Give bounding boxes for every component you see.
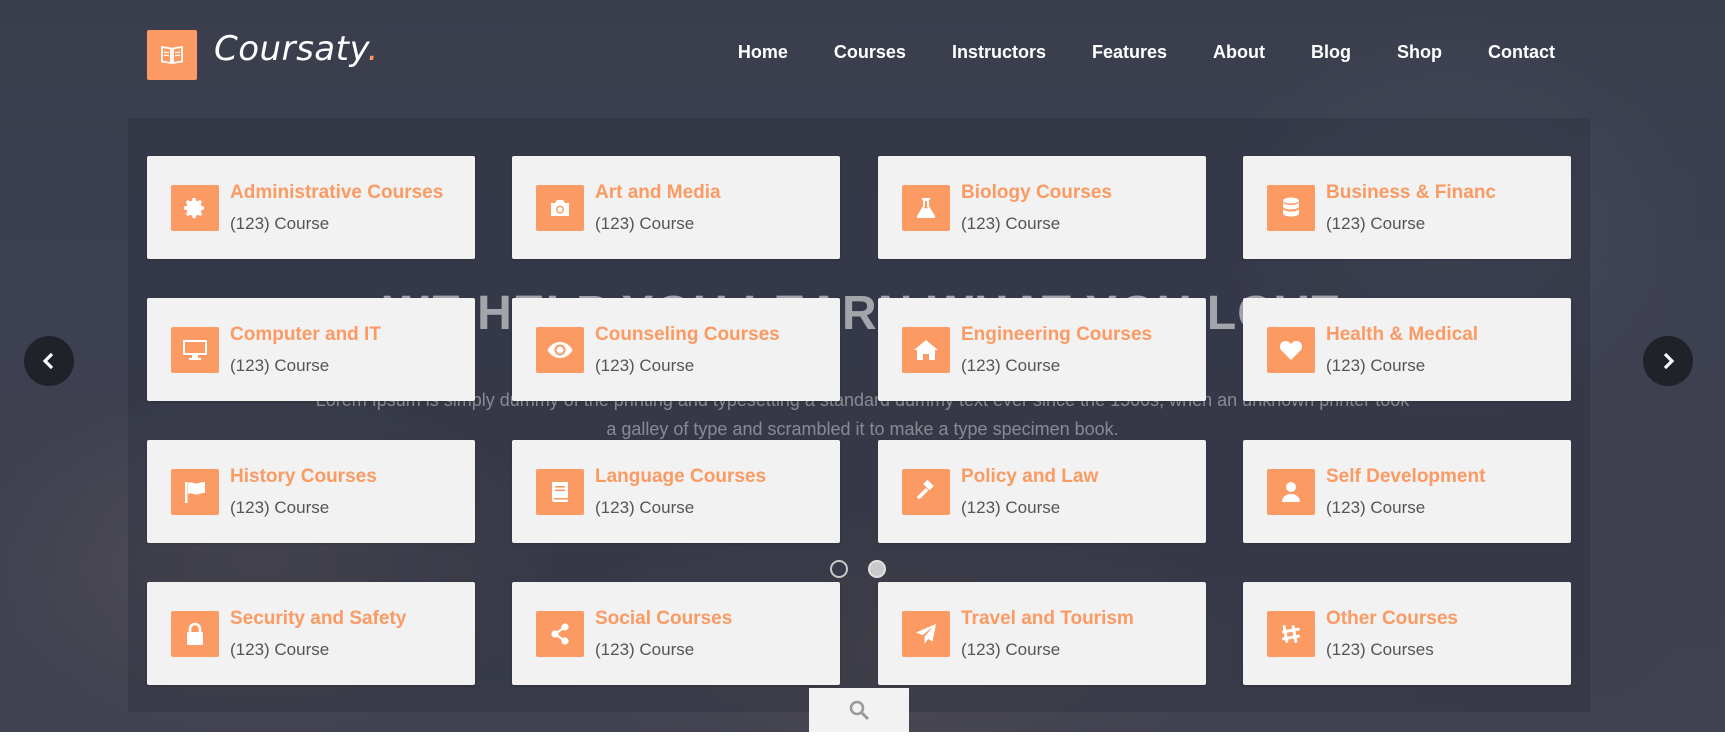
category-title: Engineering Courses	[961, 324, 1153, 345]
main-nav: Home Courses Instructors Features About …	[692, 42, 1555, 63]
slack-icon	[1267, 611, 1315, 657]
category-card-biology[interactable]: Biology Courses (123) Course	[878, 156, 1206, 259]
category-card-other[interactable]: Other Courses (123) Courses	[1243, 582, 1571, 685]
camera-icon	[536, 185, 584, 231]
category-title: Language Courses	[595, 466, 767, 487]
gavel-icon	[902, 469, 950, 515]
slider-next-button[interactable]	[1643, 336, 1693, 386]
nav-courses[interactable]: Courses	[834, 42, 906, 63]
category-count: (123) Course	[230, 498, 330, 517]
category-count: (123) Course	[595, 214, 695, 233]
category-card-policy-law[interactable]: Policy and Law (123) Course	[878, 440, 1206, 543]
category-title: Social Courses	[595, 608, 733, 629]
eye-icon	[536, 327, 584, 373]
category-card-self-development[interactable]: Self Development (123) Course	[1243, 440, 1571, 543]
category-count: (123) Course	[1326, 356, 1426, 375]
category-card-administrative[interactable]: Administrative Courses (123) Course	[147, 156, 475, 259]
nav-about[interactable]: About	[1213, 42, 1265, 63]
category-card-art-media[interactable]: Art and Media (123) Course	[512, 156, 840, 259]
nav-features[interactable]: Features	[1092, 42, 1167, 63]
category-count: (123) Courses	[1326, 640, 1434, 659]
paper-plane-icon	[902, 611, 950, 657]
category-card-health[interactable]: Health & Medical (123) Course	[1243, 298, 1571, 401]
category-card-language[interactable]: Language Courses (123) Course	[512, 440, 840, 543]
category-count: (123) Course	[961, 640, 1061, 659]
book-icon	[536, 469, 584, 515]
flag-icon	[171, 469, 219, 515]
slider-prev-button[interactable]	[24, 336, 74, 386]
category-card-computer-it[interactable]: Computer and IT (123) Course	[147, 298, 475, 401]
database-icon	[1267, 185, 1315, 231]
category-title: Counseling Courses	[595, 324, 780, 345]
category-title: Art and Media	[595, 182, 721, 203]
category-card-engineering[interactable]: Engineering Courses (123) Course	[878, 298, 1206, 401]
category-count: (123) Course	[1326, 214, 1426, 233]
lock-icon	[171, 611, 219, 657]
category-title: Computer and IT	[230, 324, 381, 345]
search-icon	[849, 700, 870, 721]
category-count: (123) Course	[230, 640, 330, 659]
share-icon	[536, 611, 584, 657]
home-icon	[902, 327, 950, 373]
nav-home[interactable]: Home	[738, 42, 788, 63]
category-title: Self Development	[1326, 466, 1486, 487]
category-title: Security and Safety	[230, 608, 407, 629]
gear-icon	[171, 185, 219, 231]
category-card-history[interactable]: History Courses (123) Course	[147, 440, 475, 543]
category-title: History Courses	[230, 466, 377, 487]
category-card-travel[interactable]: Travel and Tourism (123) Course	[878, 582, 1206, 685]
brand-dot: .	[367, 29, 379, 69]
category-count: (123) Course	[961, 498, 1061, 517]
nav-shop[interactable]: Shop	[1397, 42, 1442, 63]
category-count: (123) Course	[230, 356, 330, 375]
slider-dot-1[interactable]	[830, 560, 848, 578]
category-count: (123) Course	[230, 214, 330, 233]
category-count: (123) Course	[595, 498, 695, 517]
category-title: Business & Financ	[1326, 182, 1496, 203]
chevron-left-icon	[42, 352, 54, 370]
logo-book-icon[interactable]	[147, 30, 197, 80]
category-count: (123) Course	[595, 356, 695, 375]
search-toggle-button[interactable]	[809, 688, 909, 732]
chevron-right-icon	[1663, 352, 1675, 370]
brand-logo-text[interactable]: Coursaty.	[214, 29, 379, 69]
category-count: (123) Course	[595, 640, 695, 659]
category-title: Health & Medical	[1326, 324, 1479, 345]
category-card-social[interactable]: Social Courses (123) Course	[512, 582, 840, 685]
nav-contact[interactable]: Contact	[1488, 42, 1555, 63]
category-card-security[interactable]: Security and Safety (123) Course	[147, 582, 475, 685]
category-title: Policy and Law	[961, 466, 1099, 487]
category-count: (123) Course	[961, 214, 1061, 233]
category-count: (123) Course	[961, 356, 1061, 375]
category-title: Other Courses	[1326, 608, 1458, 629]
slider-dot-2[interactable]	[868, 560, 886, 578]
nav-blog[interactable]: Blog	[1311, 42, 1351, 63]
desktop-icon	[171, 327, 219, 373]
category-title: Administrative Courses	[230, 182, 444, 203]
nav-instructors[interactable]: Instructors	[952, 42, 1046, 63]
category-title: Biology Courses	[961, 182, 1112, 203]
category-title: Travel and Tourism	[961, 608, 1134, 629]
user-icon	[1267, 469, 1315, 515]
category-card-business[interactable]: Business & Financ (123) Course	[1243, 156, 1571, 259]
heart-icon	[1267, 327, 1315, 373]
flask-icon	[902, 185, 950, 231]
category-count: (123) Course	[1326, 498, 1426, 517]
category-card-counseling[interactable]: Counseling Courses (123) Course	[512, 298, 840, 401]
brand-name: Coursaty	[214, 29, 368, 69]
